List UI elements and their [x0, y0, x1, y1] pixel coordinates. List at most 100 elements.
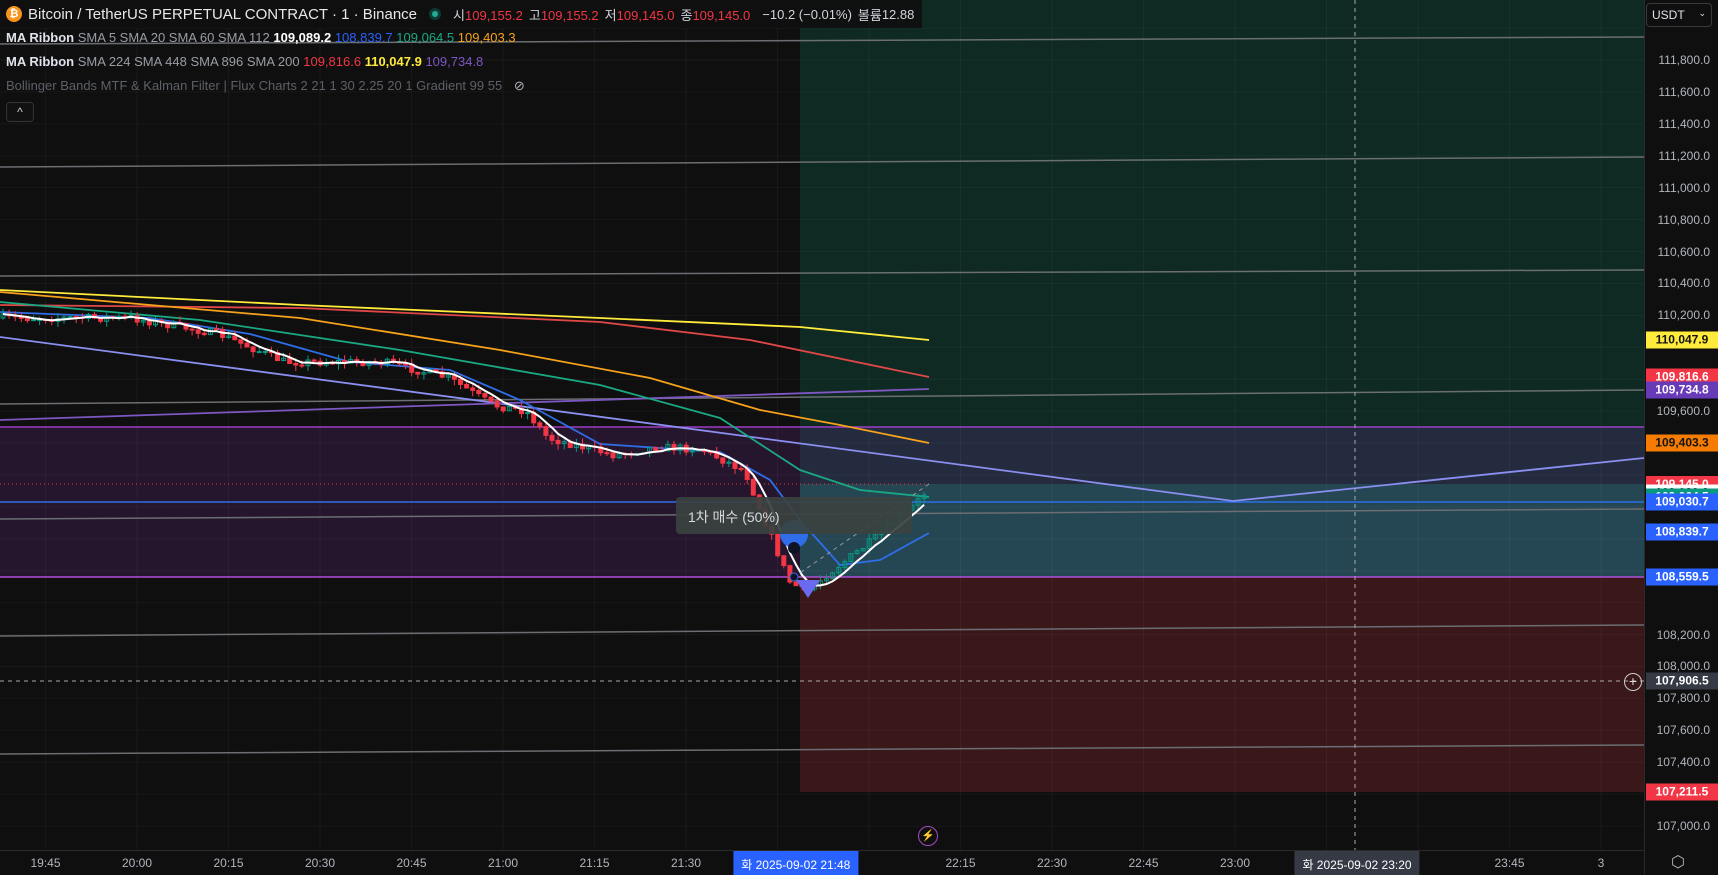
time-tick: 21:15	[579, 856, 610, 870]
ohlc-value: 109,155.2	[465, 7, 523, 23]
indicator-value: 109,734.8	[425, 54, 484, 69]
price-label-value: 107,906.5	[1655, 673, 1709, 688]
currency-select[interactable]: USDT ⌄	[1646, 3, 1712, 27]
candle-body	[214, 328, 219, 331]
candle-body	[775, 533, 781, 557]
candle-body	[299, 364, 305, 367]
candle-body	[195, 329, 201, 334]
price-label: 108,839.7	[1646, 523, 1718, 541]
time-tick: 22:30	[1036, 856, 1068, 870]
time-axis[interactable]: 19:45 20:00 20:15 20:30 20:45 21:00 21:15 21:30…	[0, 850, 1644, 875]
candle-body	[256, 351, 262, 354]
candle-body	[653, 447, 659, 451]
crosshair-add-icon[interactable]: +	[1624, 673, 1642, 691]
time-tick: 20:30	[304, 856, 336, 870]
indicator-value: 109,064.5	[396, 30, 455, 45]
volume-label: 볼륨	[857, 7, 882, 23]
candle-body	[738, 467, 744, 470]
time-tick: 22:15	[945, 856, 976, 870]
price-tick: 111,600.0	[1658, 84, 1710, 99]
candle-body	[488, 396, 494, 402]
indicator-bollinger[interactable]: Bollinger Bands MTF & Kalman Filter | Fl…	[6, 78, 525, 94]
candle-body	[458, 378, 463, 385]
candle-body	[543, 426, 549, 436]
candle-body	[250, 346, 256, 353]
entry-point	[789, 572, 799, 582]
candle-body	[415, 371, 421, 375]
candle-body	[482, 393, 488, 398]
time-tick: 22:45	[1128, 856, 1159, 870]
indicator-ma-ribbon-1[interactable]: MA Ribbon SMA 5 SMA 20 SMA 60 SMA 112 10…	[6, 30, 516, 45]
price-label: 108,559.5	[1646, 568, 1718, 586]
price-label-value: 108,559.5	[1655, 569, 1709, 584]
price-tick: 111,800.0	[1658, 53, 1710, 67]
price-label-value: 108,839.7	[1655, 524, 1709, 539]
candle-body	[238, 339, 244, 344]
indicator-value: 108,839.7	[334, 30, 393, 45]
price-tick: 108,000.0	[1656, 659, 1710, 674]
price-tick: 110,600.0	[1657, 244, 1711, 259]
candle-body	[732, 461, 738, 469]
candle-body	[720, 457, 726, 464]
time-tick: 21:00	[487, 856, 519, 870]
candle-body	[31, 319, 36, 322]
indicator-value: 109,089.2	[273, 30, 332, 45]
ohlc-values: 시109,155.2 고109,155.2 저109,145.0 종109,145.0	[453, 5, 756, 24]
price-axis[interactable]: 111,800.0 111,600.0 111,400.0 111,200.0 111,…	[1644, 0, 1718, 874]
price-label-value: 109,403.3	[1655, 435, 1709, 449]
time-tick: 3	[1597, 856, 1605, 870]
hidden-eye-icon[interactable]: ⊘	[514, 78, 525, 93]
price-tick: 108,200.0	[1656, 627, 1710, 642]
price-tick: 111,400.0	[1658, 116, 1710, 131]
indicator-value: 109,816.6	[303, 54, 362, 69]
indicator-name: MA Ribbon	[6, 54, 75, 69]
candle-body	[189, 328, 195, 331]
chevron-down-icon: ⌄	[1698, 8, 1706, 18]
time-tick: 19:45	[30, 856, 61, 870]
time-cursor-label: 화 2025-09-02 23:20	[1294, 851, 1420, 875]
time-tick: 23:45	[1494, 856, 1525, 870]
candle-body	[793, 581, 799, 587]
candle-body	[287, 357, 293, 365]
ohlc-key: 저	[604, 7, 617, 23]
price-label: 109,030.7	[1646, 493, 1718, 511]
symbol-header: ₿ Bitcoin / TetherUS PERPETUAL CONTRACT …	[0, 0, 923, 28]
price-tick: 107,000.0	[1656, 819, 1710, 834]
candle-body	[549, 434, 555, 441]
currency-value: USDT	[1652, 8, 1685, 22]
ohlc-value: 109,145.0	[616, 7, 675, 23]
candle-body	[67, 316, 73, 319]
price-tick: 110,400.0	[1657, 276, 1711, 291]
candle-body	[555, 439, 561, 445]
time-tick: 20:45	[396, 856, 427, 870]
candle-body	[750, 478, 756, 496]
chart-canvas[interactable]	[0, 0, 1644, 850]
candle-body	[201, 332, 207, 336]
candle-body	[476, 389, 482, 395]
price-label-value: 107,211.5	[1655, 784, 1709, 799]
bitcoin-logo-icon: ₿	[6, 6, 22, 22]
indicator-value: 110,047.9	[364, 54, 422, 69]
collapse-legend-button[interactable]: ^	[6, 102, 34, 122]
price-tick: 110,800.0	[1657, 212, 1711, 227]
symbol-title[interactable]: Bitcoin / TetherUS PERPETUAL CONTRACT · …	[28, 6, 417, 23]
indicator-params: SMA 5 SMA 20 SMA 60 SMA 112	[77, 30, 270, 45]
ohlc-value: 109,145.0	[692, 7, 751, 23]
price-label-value: 110,047.9	[1655, 332, 1709, 347]
indicator-name: MA Ribbon	[6, 30, 75, 45]
candle-body	[464, 383, 470, 389]
price-tick: 107,800.0	[1656, 691, 1710, 706]
buy-marker-dot	[788, 542, 800, 554]
settings-gear-icon[interactable]: ⬡	[1671, 852, 1685, 872]
price-label-value: 109,734.8	[1655, 382, 1709, 397]
price-label-value: 109,030.7	[1655, 494, 1709, 509]
price-chart[interactable]	[0, 0, 1644, 850]
price-tick: 107,400.0	[1656, 755, 1710, 770]
indicator-ma-ribbon-2[interactable]: MA Ribbon SMA 224 SMA 448 SMA 896 SMA 20…	[6, 54, 483, 69]
time-tick: 20:15	[213, 856, 244, 870]
candle-body	[537, 422, 543, 428]
ohlc-key: 시	[453, 7, 465, 23]
candle-body	[494, 400, 500, 408]
indicator-name: Bollinger Bands MTF & Kalman Filter | Fl…	[6, 78, 503, 93]
lightning-icon[interactable]: ⚡	[918, 826, 938, 846]
